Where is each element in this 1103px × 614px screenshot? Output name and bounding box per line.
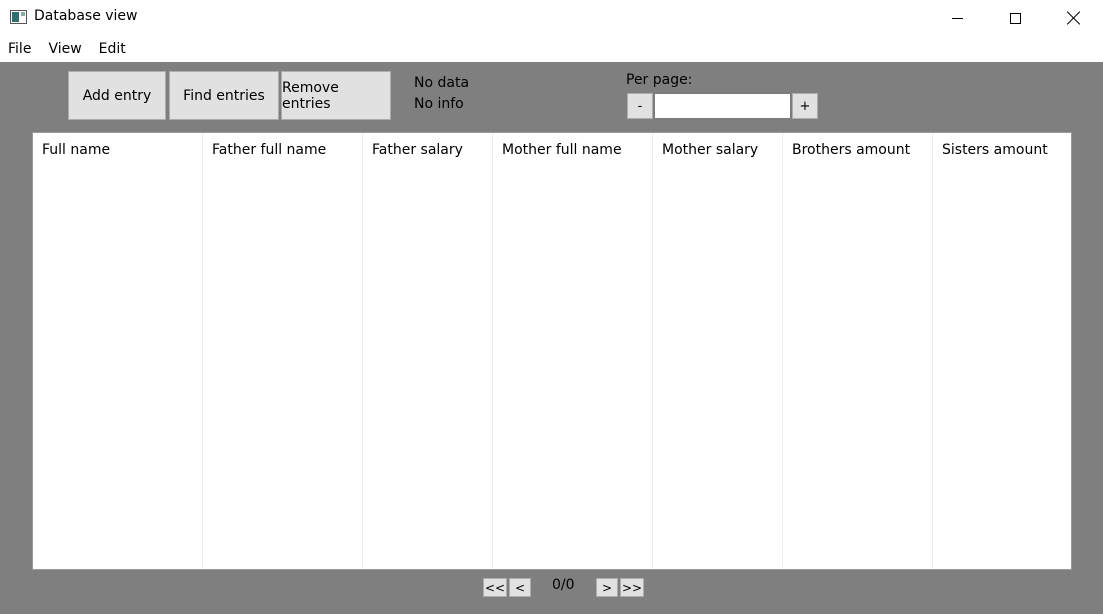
column-header[interactable]: Mother salary (662, 142, 758, 158)
page-counter: 0/0 (552, 577, 575, 593)
maximize-icon (1009, 12, 1021, 24)
per-page-label: Per page: (626, 72, 693, 88)
find-entries-button[interactable]: Find entries (169, 71, 279, 120)
column-header[interactable]: Mother full name (502, 142, 622, 158)
column-mother-full-name: Mother full name (493, 133, 653, 569)
column-mother-salary: Mother salary (653, 133, 783, 569)
menu-view[interactable]: View (40, 41, 89, 57)
maximize-button[interactable] (986, 0, 1044, 36)
menu-edit[interactable]: Edit (91, 41, 134, 57)
column-header[interactable]: Sisters amount (942, 142, 1048, 158)
main-panel: Add entry Find entries Remove entries No… (0, 62, 1103, 614)
column-header[interactable]: Brothers amount (792, 142, 910, 158)
last-page-button[interactable]: >> (620, 578, 644, 597)
next-page-button[interactable]: > (596, 578, 618, 597)
column-brothers-amount: Brothers amount (783, 133, 933, 569)
info-status-text: No info (414, 96, 464, 112)
per-page-decrement-button[interactable]: - (627, 93, 653, 119)
column-header[interactable]: Father full name (212, 142, 326, 158)
data-status-text: No data (414, 75, 470, 91)
minimize-button[interactable] (928, 0, 986, 36)
minimize-icon (951, 17, 963, 19)
remove-entries-button[interactable]: Remove entries (281, 71, 391, 120)
window-title: Database view (34, 8, 138, 24)
menu-bar: File View Edit (0, 36, 1103, 62)
column-header[interactable]: Full name (42, 142, 110, 158)
column-header[interactable]: Father salary (372, 142, 463, 158)
close-button[interactable] (1045, 0, 1103, 36)
entries-table[interactable]: Full name Father full name Father salary… (32, 132, 1072, 570)
title-bar: Database view (0, 0, 1103, 36)
previous-page-button[interactable]: < (509, 578, 531, 597)
per-page-increment-button[interactable]: + (792, 93, 818, 119)
column-father-salary: Father salary (363, 133, 493, 569)
add-entry-button[interactable]: Add entry (68, 71, 166, 120)
menu-file[interactable]: File (0, 41, 39, 57)
app-icon (10, 10, 27, 24)
first-page-button[interactable]: << (483, 578, 507, 597)
close-icon (1067, 11, 1081, 25)
column-full-name: Full name (33, 133, 203, 569)
column-father-full-name: Father full name (203, 133, 363, 569)
per-page-input[interactable] (654, 93, 791, 119)
column-sisters-amount: Sisters amount (933, 133, 1071, 569)
